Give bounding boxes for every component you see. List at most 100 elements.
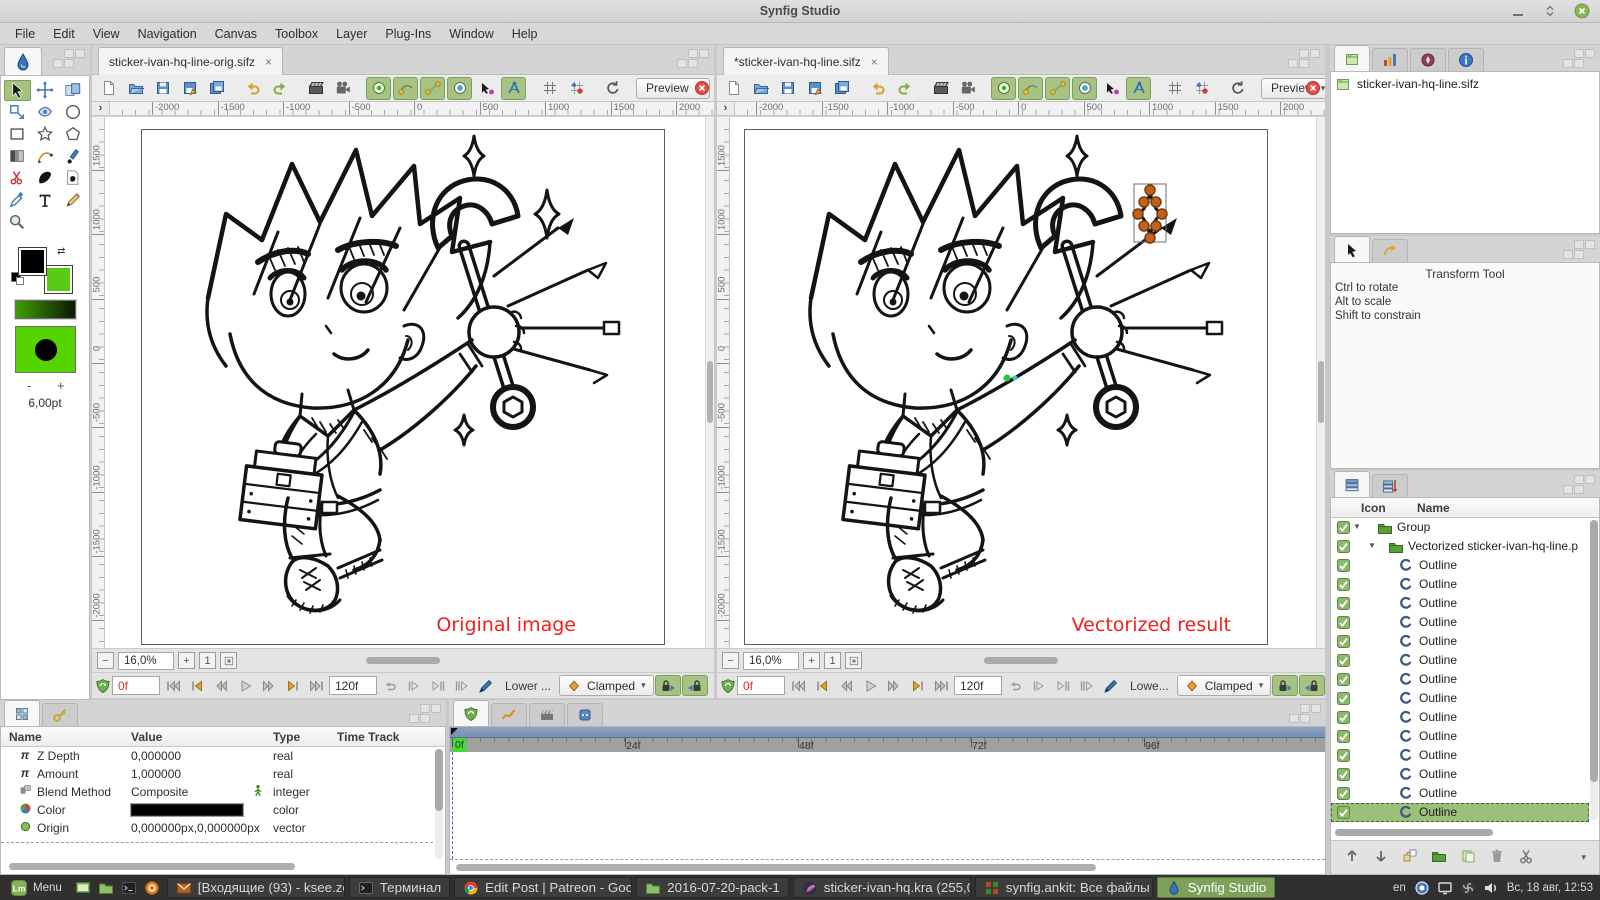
menu-view[interactable]: View — [84, 27, 129, 41]
restore-button[interactable] — [1542, 3, 1558, 22]
polygon-tool-button[interactable] — [60, 124, 87, 145]
layer-row[interactable]: Outline — [1331, 689, 1589, 708]
layer-visible-checkbox[interactable] — [1337, 692, 1350, 708]
show-position-handles-toggle[interactable] — [366, 77, 391, 100]
layer-visible-checkbox[interactable] — [1337, 654, 1350, 670]
animate-mode-button[interactable] — [474, 675, 497, 697]
save-as-button[interactable] — [177, 77, 202, 100]
lock-past-keyframe-button[interactable] — [655, 675, 681, 696]
canvas-viewport[interactable]: Vectorized result — [730, 117, 1325, 648]
ink-tool-button[interactable] — [60, 146, 87, 167]
timetrack-hscrollbar[interactable] — [456, 864, 1096, 871]
layers-tab[interactable] — [1334, 471, 1370, 497]
layer-visible-checkbox[interactable] — [1337, 540, 1350, 556]
taskbar-task[interactable]: sticker-ivan-hq.kra (255,0 ... — [793, 877, 971, 898]
layer-visible-checkbox[interactable] — [1337, 711, 1350, 727]
redo-button[interactable] — [267, 77, 292, 100]
seek-prev-keyframe-button[interactable] — [185, 675, 208, 697]
zoom-fit-button[interactable] — [845, 652, 862, 669]
param-value[interactable]: Composite — [131, 785, 188, 799]
menu-plugins[interactable]: Plug-Ins — [376, 27, 440, 41]
layer-row[interactable]: Outline — [1331, 651, 1589, 670]
zoom-out-button[interactable]: − — [722, 652, 739, 669]
time-ruler[interactable]: 0f24f48f72f96f — [450, 738, 1325, 752]
fill-color-swatch[interactable] — [45, 266, 72, 293]
menu-canvas[interactable]: Canvas — [206, 27, 266, 41]
tab-close-icon[interactable]: × — [871, 55, 878, 69]
minimize-button[interactable] — [1510, 3, 1526, 22]
layer-row[interactable]: Outline — [1331, 746, 1589, 765]
library-history-tab[interactable] — [1372, 48, 1408, 71]
layers-menu-caret[interactable]: ▾ — [1581, 852, 1586, 863]
menu-help[interactable]: Help — [503, 27, 547, 41]
fill-tool-button[interactable] — [60, 168, 87, 189]
cut-layer-button[interactable] — [1518, 848, 1534, 867]
save-all-button[interactable] — [829, 77, 854, 100]
play-bounds-button[interactable] — [402, 675, 425, 697]
menu-window[interactable]: Window — [440, 27, 502, 41]
tab-close-icon[interactable]: × — [265, 55, 272, 69]
zoom-level-field[interactable] — [743, 652, 799, 670]
taskbar-task[interactable]: Synfig Studio — [1157, 877, 1276, 898]
toolbox-tab[interactable] — [4, 47, 42, 75]
layer-row[interactable]: Outline — [1331, 613, 1589, 632]
seek-next-frame-button[interactable] — [882, 675, 905, 697]
expander-icon[interactable]: ▼ — [1368, 541, 1376, 550]
layer-raise-button[interactable] — [1344, 848, 1360, 867]
seek-next-keyframe-button[interactable] — [906, 675, 929, 697]
lock-future-keyframe-button[interactable] — [682, 675, 708, 696]
outline-color-swatch[interactable] — [19, 248, 46, 275]
sketch-tool-button[interactable] — [60, 190, 87, 211]
layer-visible-checkbox[interactable] — [1337, 597, 1350, 613]
show-radius-handles-toggle[interactable] — [1072, 77, 1097, 100]
width-tool-button[interactable] — [32, 102, 59, 123]
children-tab[interactable] — [567, 703, 603, 726]
bounds-out-button[interactable] — [1075, 675, 1098, 697]
open-button[interactable] — [123, 77, 148, 100]
launcher-files[interactable] — [96, 878, 116, 898]
menu-edit[interactable]: Edit — [44, 27, 84, 41]
layer-row[interactable]: Outline — [1331, 708, 1589, 727]
menu-navigation[interactable]: Navigation — [129, 27, 206, 41]
param-value[interactable]: 1,000000 — [131, 767, 181, 781]
show-width-handles-toggle[interactable] — [1099, 77, 1124, 100]
library-item[interactable]: sticker-ivan-hq-line.sifz — [1331, 72, 1599, 96]
new-layer-button[interactable] — [1402, 848, 1418, 867]
param-row[interactable]: πZ Depth0,000000real — [1, 747, 433, 765]
timetrack-content[interactable] — [450, 752, 1325, 860]
layer-visible-checkbox[interactable] — [1337, 673, 1350, 689]
interpolation-select[interactable]: Clamped▾ — [559, 675, 654, 696]
layer-visible-checkbox[interactable] — [1337, 616, 1350, 632]
zoom-fit-button[interactable] — [220, 652, 237, 669]
save-as-button[interactable] — [802, 77, 827, 100]
viewport-hscrollbar[interactable] — [984, 657, 1058, 664]
end-time-field[interactable] — [329, 676, 377, 695]
timetrack-tab[interactable] — [453, 700, 489, 726]
loop-button[interactable] — [1003, 675, 1026, 697]
tray-shield-icon[interactable] — [1414, 880, 1430, 896]
toggle-grid-button[interactable] — [1162, 77, 1187, 100]
tool-options-tab[interactable] — [1334, 236, 1370, 262]
eyedrop-tool-button[interactable] — [4, 190, 31, 211]
layer-row[interactable]: Outline — [1331, 727, 1589, 746]
smooth-move-tool-button[interactable] — [32, 80, 59, 101]
taskbar-task[interactable]: 2016-07-20-pack-1 — [636, 877, 789, 898]
layer-row[interactable]: Outline — [1331, 784, 1589, 803]
interpolation-select[interactable]: Clamped▾ — [1177, 675, 1272, 696]
swap-colors-icon[interactable]: ⇄ — [57, 246, 65, 257]
param-row[interactable]: Blend MethodCompositeinteger — [1, 783, 433, 801]
layer-visible-checkbox[interactable] — [1337, 787, 1350, 803]
redo-button[interactable] — [892, 77, 917, 100]
text-tool-button[interactable] — [32, 190, 59, 211]
refresh-button[interactable] — [1225, 77, 1250, 100]
open-button[interactable] — [748, 77, 773, 100]
brush-preview[interactable] — [15, 326, 76, 373]
menu-file[interactable]: File — [6, 27, 44, 41]
undo-button[interactable] — [240, 77, 265, 100]
end-time-field[interactable] — [954, 676, 1002, 695]
taskbar-task[interactable]: Терминал — [349, 877, 450, 898]
seek-begin-button[interactable] — [161, 675, 184, 697]
start-menu-button[interactable]: Lm Menu — [5, 880, 68, 896]
new-document-button[interactable] — [96, 77, 121, 100]
seek-prev-frame-button[interactable] — [209, 675, 232, 697]
